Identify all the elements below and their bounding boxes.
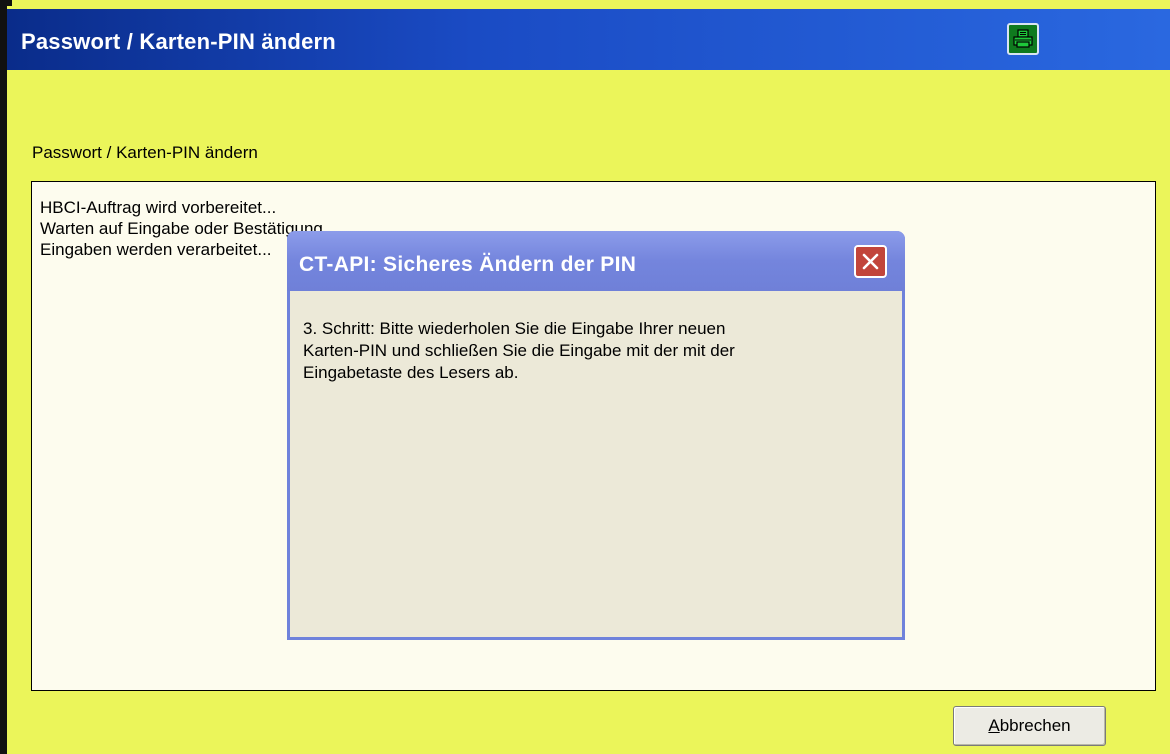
print-button[interactable]: [1007, 23, 1039, 55]
window-titlebar: Passwort / Karten-PIN ändern: [7, 9, 1170, 70]
dialog-message: 3. Schritt: Bitte wiederholen Sie die Ei…: [303, 318, 883, 384]
dialog-title: CT-API: Sicheres Ändern der PIN: [299, 253, 637, 276]
log-line: Eingaben werden verarbeitet...: [40, 240, 272, 259]
close-icon: [862, 253, 879, 270]
dialog-titlebar: CT-API: Sicheres Ändern der PIN: [287, 231, 905, 291]
window-title: Passwort / Karten-PIN ändern: [21, 29, 336, 54]
section-label: Passwort / Karten-PIN ändern: [32, 143, 258, 162]
window-corner: [0, 0, 12, 6]
dialog-message-line: Eingabetaste des Lesers ab.: [303, 363, 519, 382]
cancel-button[interactable]: Abbrechen: [953, 706, 1106, 746]
log-line: HBCI-Auftrag wird vorbereitet...: [40, 198, 277, 217]
dialog-close-button[interactable]: [854, 245, 887, 278]
window-left-edge: [0, 0, 7, 754]
cancel-label: bbrechen: [999, 716, 1071, 735]
printer-icon: [1013, 29, 1033, 48]
dialog-message-line: Karten-PIN und schließen Sie die Eingabe…: [303, 341, 735, 360]
cancel-mnemonic: A: [988, 716, 1000, 735]
dialog-message-line: 3. Schritt: Bitte wiederholen Sie die Ei…: [303, 319, 726, 338]
pin-dialog: CT-API: Sicheres Ändern der PIN 3. Schri…: [287, 231, 905, 640]
